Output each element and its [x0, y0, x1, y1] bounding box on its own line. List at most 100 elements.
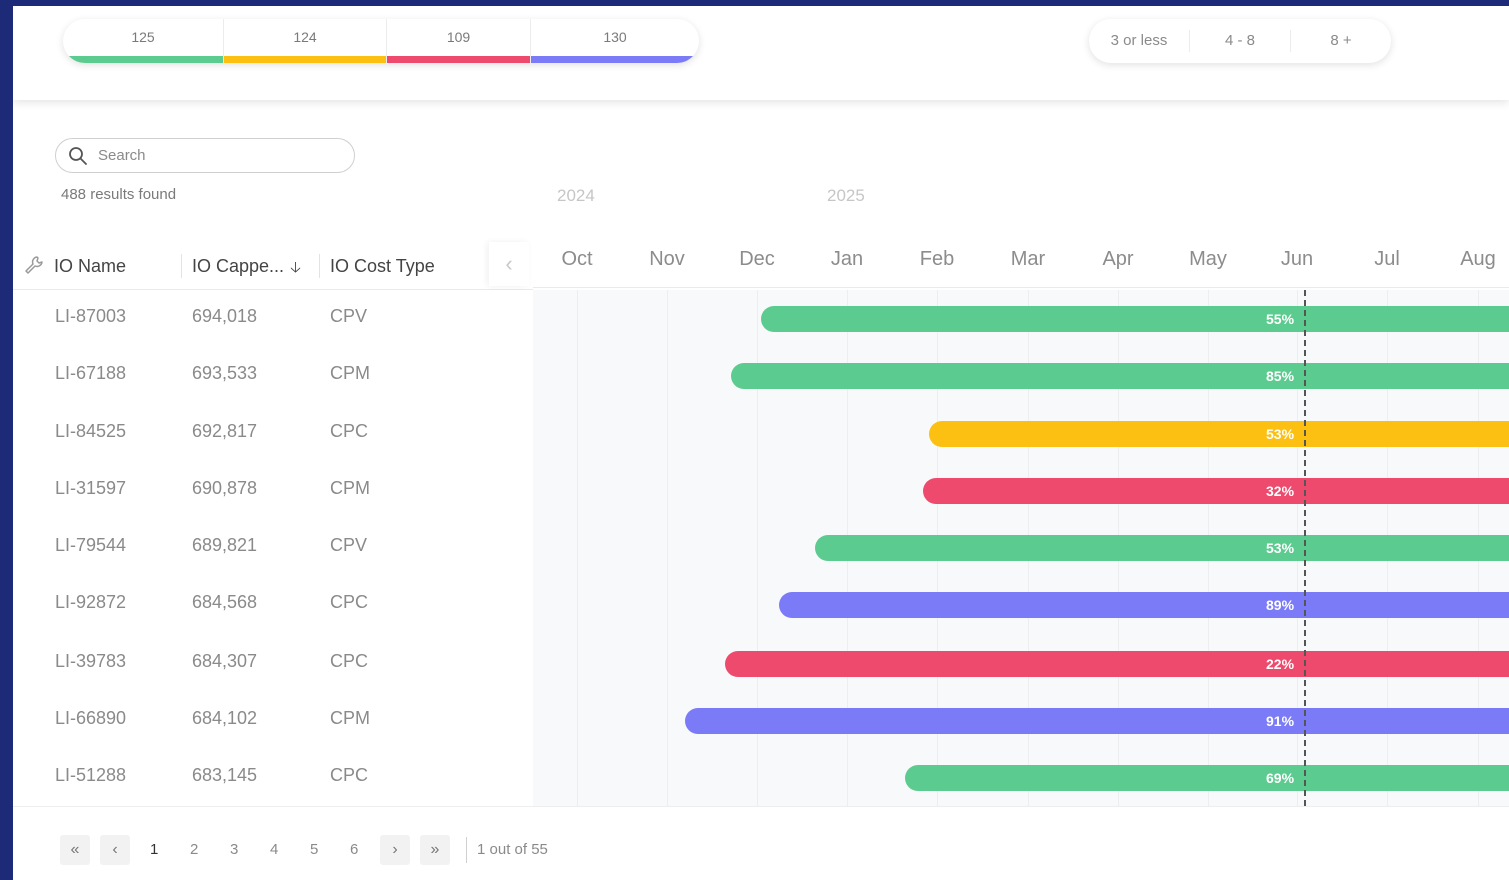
next-page-button[interactable]: › [380, 835, 410, 865]
gantt-bar[interactable]: 53% [929, 421, 1509, 447]
month-label: Feb [919, 248, 955, 270]
range-option-low[interactable]: 3 or less [1089, 30, 1190, 52]
gridline [577, 290, 578, 806]
cell-io-capped: 684,102 [192, 708, 258, 728]
status-bar [387, 56, 530, 63]
wrench-icon[interactable] [23, 254, 45, 276]
timeline-grid: 55% 85% 53% 32% 53% 89% 22% 91% 69% [533, 290, 1509, 806]
cell-io-capped: 684,568 [192, 592, 258, 612]
cell-io-cost-type: CPC [330, 765, 369, 785]
cell-io-name: LI-51288 [55, 765, 127, 785]
progress-label: 55% [1266, 311, 1295, 327]
gantt-bar[interactable]: 55% [761, 306, 1509, 332]
cell-io-capped: 692,817 [192, 421, 258, 441]
search-input[interactable] [98, 147, 338, 164]
range-filter: 3 or less 4 - 8 8 + [1089, 19, 1391, 63]
progress-label: 91% [1266, 713, 1295, 729]
gantt-bar[interactable]: 69% [905, 765, 1509, 791]
page-number[interactable]: 1 [150, 841, 158, 858]
progress-label: 53% [1266, 540, 1295, 556]
cell-io-capped: 693,533 [192, 363, 258, 383]
gantt-bar[interactable]: 85% [731, 363, 1509, 389]
status-bar [531, 56, 699, 63]
cell-io-name: LI-84525 [55, 421, 127, 441]
status-segment-purple[interactable]: 130 [531, 19, 699, 63]
cell-io-name: LI-39783 [55, 651, 127, 671]
month-label: Dec [739, 248, 775, 270]
month-label: May [1189, 248, 1227, 270]
cell-io-cost-type: CPV [330, 306, 368, 326]
status-bar [63, 56, 223, 63]
app-frame: 125 124 109 130 3 or less 4 - 8 8 + Sear… [13, 6, 1509, 880]
progress-label: 53% [1266, 426, 1295, 442]
table-header: IO Name IO Cappe... 🡣 IO Cost Type [13, 242, 533, 290]
gantt-bar[interactable]: 22% [725, 651, 1509, 677]
prev-page-button[interactable]: ‹ [100, 835, 130, 865]
double-chevron-right-icon: » [430, 841, 440, 858]
double-chevron-left-icon: « [70, 841, 80, 858]
progress-label: 85% [1266, 368, 1295, 384]
progress-label: 89% [1266, 597, 1295, 613]
column-header-io-capped[interactable]: IO Cappe... 🡣 [192, 256, 301, 282]
summary-bar: 125 124 109 130 3 or less 4 - 8 8 + [13, 6, 1509, 100]
status-summary: 125 124 109 130 [63, 19, 699, 63]
month-label: Aug [1460, 248, 1496, 270]
gantt-bar[interactable]: 53% [815, 535, 1509, 561]
cell-io-name: LI-87003 [55, 306, 127, 326]
cell-io-name: LI-79544 [55, 535, 127, 555]
gantt-bar[interactable]: 89% [779, 592, 1509, 618]
status-count: 130 [603, 29, 627, 45]
chevron-left-icon: ‹ [112, 841, 118, 858]
cell-io-name: LI-31597 [55, 478, 127, 498]
search-icon [69, 146, 87, 165]
sort-down-icon[interactable]: 🡣 [290, 257, 301, 282]
cell-io-cost-type: CPM [330, 478, 370, 498]
page-number[interactable]: 2 [190, 841, 198, 858]
status-count: 124 [293, 29, 317, 45]
year-label-2025: 2025 [827, 186, 865, 205]
month-label: Jul [1374, 248, 1400, 270]
column-header-io-name[interactable]: IO Name [54, 256, 126, 277]
status-segment-red[interactable]: 109 [387, 19, 531, 63]
month-label: Jan [830, 248, 864, 270]
cell-io-name: LI-66890 [55, 708, 127, 728]
column-divider [181, 254, 182, 278]
range-option-mid[interactable]: 4 - 8 [1190, 30, 1291, 52]
gantt-bar[interactable]: 91% [685, 708, 1509, 734]
column-divider [319, 254, 320, 278]
cell-io-cost-type: CPM [330, 363, 370, 383]
month-label: Jun [1280, 248, 1314, 270]
cell-io-cost-type: CPC [330, 592, 369, 612]
page-info: 1 out of 55 [466, 837, 548, 863]
range-option-high[interactable]: 8 + [1291, 30, 1391, 52]
status-count: 125 [131, 29, 155, 45]
chevron-right-icon: › [392, 841, 398, 858]
page-number[interactable]: 5 [310, 841, 318, 858]
cell-io-name: LI-92872 [55, 592, 127, 612]
last-page-button[interactable]: » [420, 835, 450, 865]
cell-io-cost-type: CPM [330, 708, 370, 728]
column-header-io-cost-type[interactable]: IO Cost Type [330, 256, 435, 277]
page-number[interactable]: 6 [350, 841, 358, 858]
today-marker [1304, 290, 1306, 806]
cell-io-cost-type: CPC [330, 421, 369, 441]
cell-io-name: LI-67188 [55, 363, 127, 383]
cell-io-capped: 683,145 [192, 765, 258, 785]
cell-io-cost-type: CPV [330, 535, 368, 555]
progress-label: 69% [1266, 770, 1295, 786]
first-page-button[interactable]: « [60, 835, 90, 865]
column-header-label: IO Cappe... [192, 256, 285, 276]
status-count: 109 [446, 29, 471, 45]
page-number[interactable]: 3 [230, 841, 238, 858]
status-segment-green[interactable]: 125 [63, 19, 224, 63]
month-label: Apr [1102, 248, 1134, 270]
cell-io-capped: 694,018 [192, 306, 258, 326]
gantt-bar[interactable]: 32% [923, 478, 1509, 504]
page-number[interactable]: 4 [270, 841, 278, 858]
pagination: « ‹ 1 2 3 4 5 6 › » 1 out of 55 [13, 806, 1509, 880]
timeline-months: Oct Nov Dec Jan Feb Mar Apr May Jun Jul … [533, 238, 1509, 288]
status-segment-yellow[interactable]: 124 [224, 19, 387, 63]
search-field[interactable] [55, 138, 355, 173]
gridline [667, 290, 668, 806]
timeline-prev-button[interactable]: ‹ [489, 242, 529, 286]
